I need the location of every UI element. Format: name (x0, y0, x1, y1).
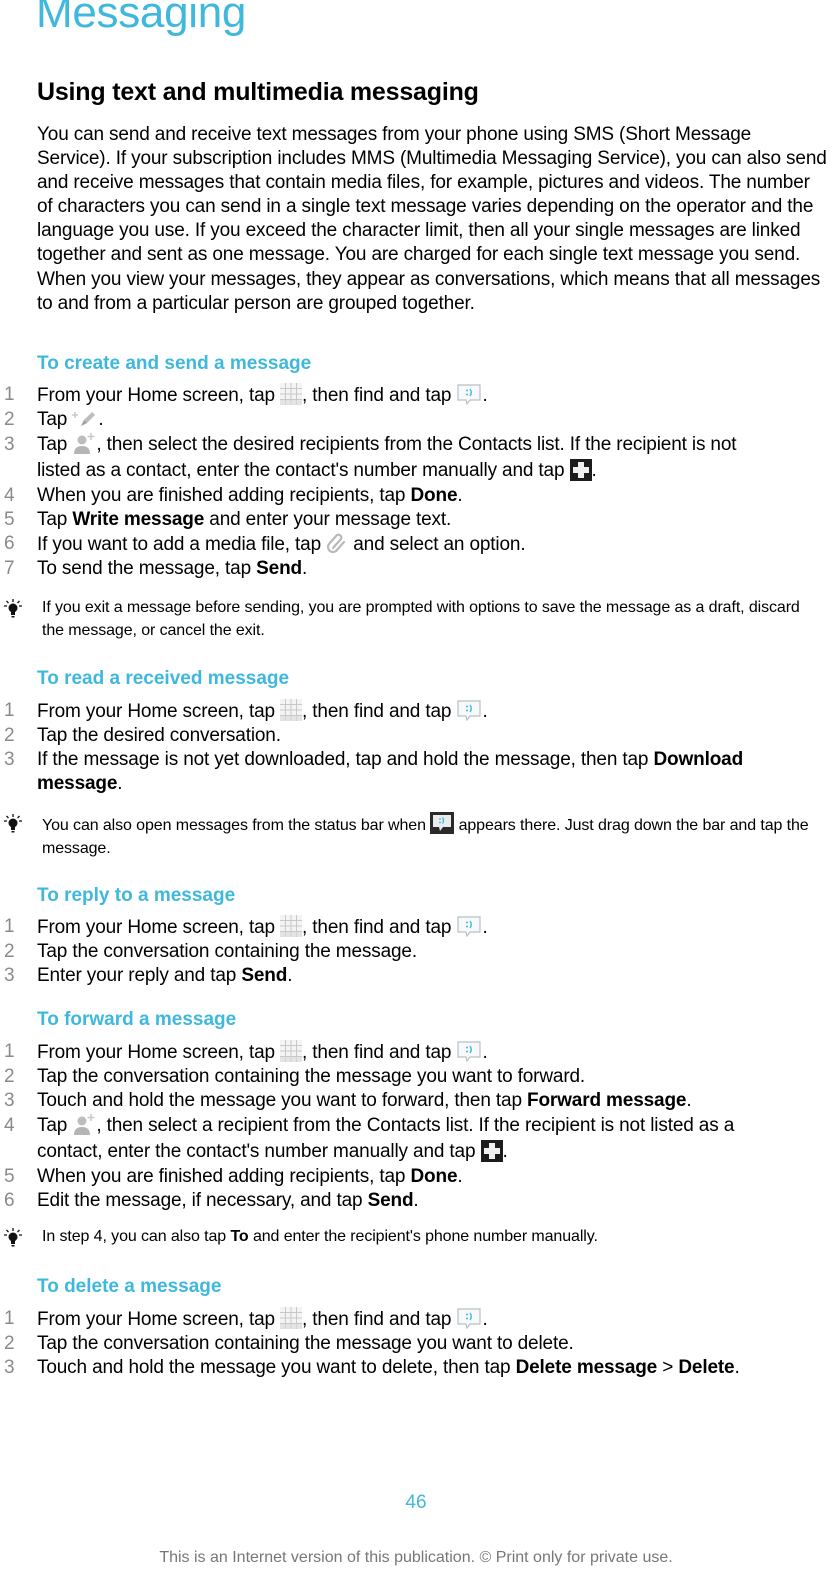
messaging-app-icon (456, 1040, 482, 1062)
lightbulb-tip-icon (2, 814, 24, 834)
step: 1 From your Home screen, tap , then find… (4, 915, 488, 938)
step-number: 2 (4, 941, 15, 963)
step: 5 Tap Write message and enter your messa… (0, 508, 800, 532)
step: 1 From your Home screen, tap , then find… (4, 383, 488, 406)
ui-label-forward-message: Forward message (527, 1090, 687, 1112)
delete-message-steps: 1 From your Home screen, tap , then find… (0, 1307, 800, 1380)
step-number: 4 (4, 1115, 15, 1137)
tip-note: You can also open messages from the stat… (0, 812, 832, 860)
create-message-steps: 1 From your Home screen, tap , then find… (0, 383, 800, 582)
application-grid-icon (280, 383, 302, 405)
step: 1 From your Home screen, tap , then find… (4, 1040, 488, 1063)
step: 2 Tap the conversation containing the me… (0, 940, 800, 964)
intro-paragraph: You can send and receive text messages f… (37, 124, 827, 314)
step: 2 Tap the conversation containing the me… (0, 1065, 800, 1089)
read-message-steps: 1 From your Home screen, tap , then find… (0, 699, 800, 796)
ui-label-send: Send (256, 558, 302, 580)
step-number: 1 (4, 700, 15, 721)
step-number: 5 (4, 1166, 15, 1188)
step: 3 Enter your reply and tap Send. (0, 964, 800, 988)
footer-notice: This is an Internet version of this publ… (159, 1549, 673, 1566)
step: 1 From your Home screen, tap , then find… (4, 699, 488, 722)
step: 3 Tap , then select the desired recipien… (4, 432, 737, 482)
create-message-heading: To create and send a message (37, 353, 312, 374)
reply-message-heading: To reply to a message (37, 885, 236, 906)
messaging-app-icon (456, 915, 482, 937)
step: 3 Touch and hold the message you want to… (0, 1089, 800, 1113)
tip-note: If you exit a message before sending, yo… (0, 597, 832, 642)
step-number: 6 (4, 533, 15, 555)
step: 6 If you want to add a media file, tap a… (4, 532, 526, 556)
add-contact-icon (72, 1113, 96, 1135)
delete-message-heading: To delete a message (37, 1276, 222, 1297)
page-title: Messaging (36, 0, 247, 37)
step: 2 Tap the conversation containing the me… (0, 1332, 800, 1356)
new-message-icon (72, 409, 98, 429)
step: 2 Tap . (0, 408, 800, 432)
forward-message-steps: 1 From your Home screen, tap , then find… (0, 1040, 800, 1213)
ui-label-to: To (230, 1228, 249, 1245)
application-grid-icon (280, 1307, 302, 1329)
tip-note: In step 4, you can also tap To and enter… (0, 1226, 832, 1249)
lightbulb-tip-icon (2, 1228, 24, 1248)
step: 5 When you are finished adding recipient… (0, 1165, 800, 1189)
step-number: 3 (4, 1090, 15, 1112)
step: 7 To send the message, tap Send. (0, 557, 800, 581)
lightbulb-tip-icon (2, 599, 24, 619)
add-contact-icon (72, 432, 96, 454)
application-grid-icon (280, 1040, 302, 1062)
step-number: 5 (4, 509, 15, 531)
application-grid-icon (280, 915, 302, 937)
application-grid-icon (280, 699, 302, 721)
step: 4 Tap , then select a recipient from the… (4, 1113, 735, 1163)
tip-text: You can also open messages from the stat… (42, 812, 822, 860)
step: 3 If the message is not yet downloaded, … (4, 749, 744, 795)
step-number: 4 (4, 485, 15, 507)
step-number: 2 (4, 1333, 15, 1355)
messaging-app-icon (456, 383, 482, 405)
ui-label-send: Send (367, 1190, 414, 1212)
page-number: 46 (405, 1492, 427, 1513)
paperclip-attach-icon (326, 532, 348, 554)
step-number: 3 (4, 749, 15, 771)
step-number: 1 (4, 1041, 15, 1062)
tip-text: If you exit a message before sending, yo… (42, 599, 800, 639)
step-number: 7 (4, 558, 15, 580)
plus-button-icon (570, 459, 592, 481)
ui-label-delete: Delete (678, 1357, 735, 1379)
ui-label-done: Done (410, 1166, 458, 1188)
read-message-heading: To read a received message (37, 668, 290, 689)
ui-label-write-message: Write message (72, 509, 205, 531)
step: 4 When you are finished adding recipient… (0, 484, 800, 508)
step-number: 2 (4, 725, 15, 747)
messaging-app-icon (456, 1307, 482, 1329)
step-number: 2 (4, 409, 15, 431)
tip-text: In step 4, you can also tap To and enter… (42, 1228, 598, 1245)
forward-message-heading: To forward a message (37, 1009, 237, 1030)
step-number: 3 (4, 1357, 15, 1379)
ui-label-send: Send (241, 965, 288, 987)
messaging-app-icon (456, 699, 482, 721)
section-heading: Using text and multimedia messaging (37, 78, 479, 106)
step-number: 3 (4, 434, 15, 456)
status-bar-message-icon (430, 812, 454, 834)
step-number: 1 (4, 1308, 15, 1329)
step: 1 From your Home screen, tap , then find… (4, 1307, 488, 1330)
plus-button-icon (481, 1140, 503, 1162)
reply-message-steps: 1 From your Home screen, tap , then find… (0, 915, 800, 988)
step-number: 1 (4, 384, 15, 405)
ui-label-delete-message: Delete message (515, 1357, 658, 1379)
step-number: 1 (4, 916, 15, 937)
step-number: 2 (4, 1066, 15, 1088)
step: 3 Touch and hold the message you want to… (0, 1356, 777, 1380)
step: 2 Tap the desired conversation. (0, 724, 800, 748)
step-number: 3 (4, 965, 15, 987)
step-number: 6 (4, 1190, 15, 1212)
step: 6 Edit the message, if necessary, and ta… (0, 1189, 800, 1213)
ui-label-done: Done (410, 485, 458, 507)
